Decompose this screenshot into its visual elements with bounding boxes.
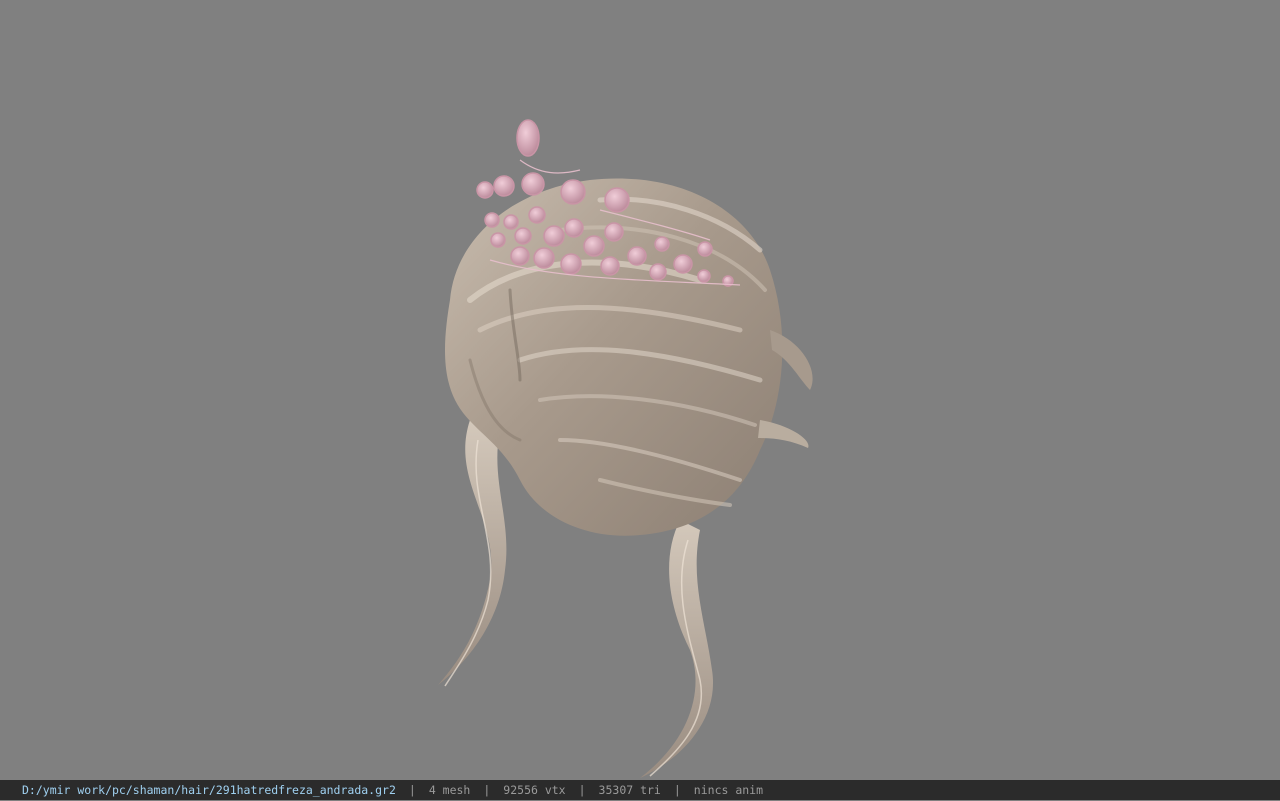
model-file-path: D:/ymir work/pc/shaman/hair/291hatredfre…: [22, 783, 396, 797]
3d-viewport[interactable]: [0, 0, 1280, 780]
hair-strand-center: [640, 520, 714, 778]
mesh-count: 4 mesh: [428, 783, 471, 797]
hair-strand-left: [438, 420, 507, 685]
separator: |: [673, 783, 681, 797]
separator: |: [483, 783, 491, 797]
separator: |: [408, 783, 416, 797]
status-bar: D:/ymir work/pc/shaman/hair/291hatredfre…: [0, 780, 1280, 800]
vertex-count: 92556 vtx: [503, 783, 566, 797]
triangle-count: 35307 tri: [598, 783, 661, 797]
hair-model: [438, 119, 813, 778]
separator: |: [578, 783, 586, 797]
animation-status: nincs anim: [693, 783, 764, 797]
